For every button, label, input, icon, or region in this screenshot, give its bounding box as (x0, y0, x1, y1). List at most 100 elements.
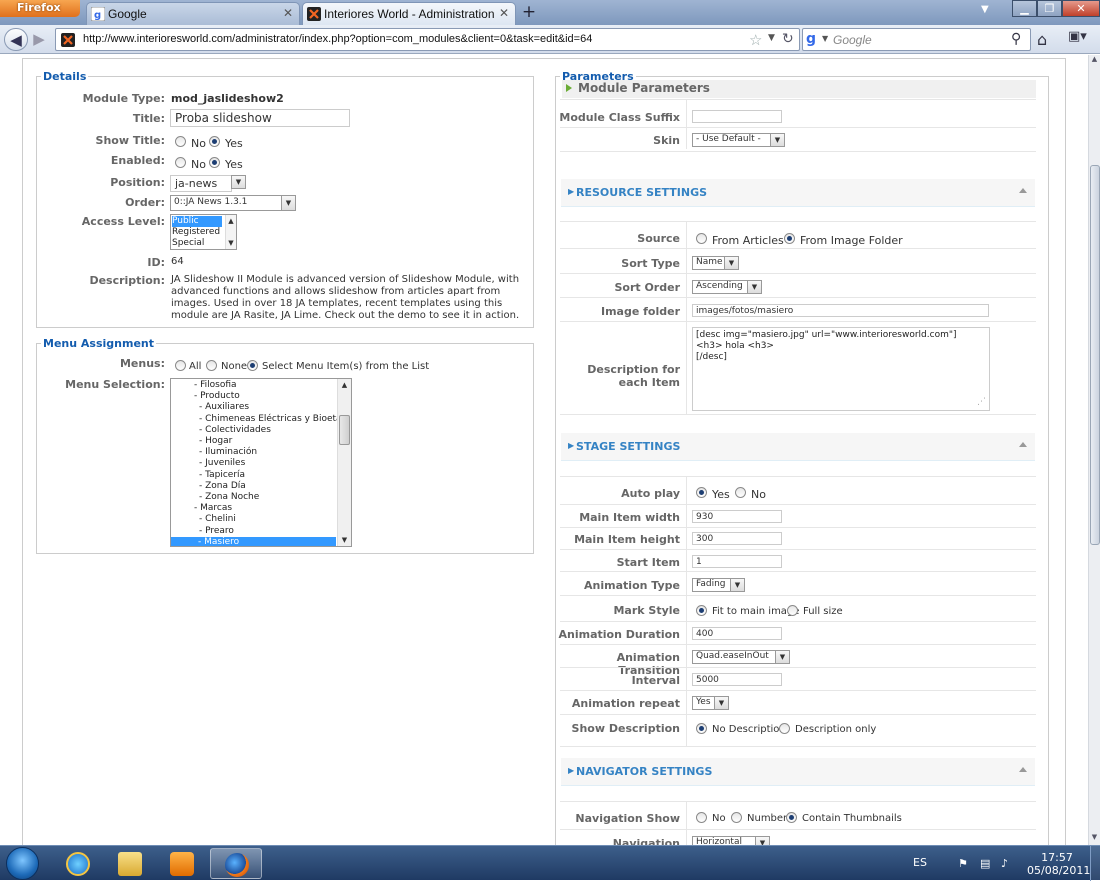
taskbar-internet-explorer[interactable] (52, 848, 104, 879)
action-center-flag-icon[interactable]: ⚑ (958, 857, 972, 870)
main-height-input[interactable]: 300 (692, 532, 782, 545)
resize-handle-icon[interactable]: ⋰ (977, 397, 986, 407)
network-icon[interactable]: ▤ (980, 857, 994, 870)
source-articles-radio[interactable] (696, 233, 707, 244)
title-input[interactable]: Proba slideshow (170, 109, 350, 127)
autoplay-yes-radio[interactable] (696, 487, 707, 498)
collapse-icon[interactable] (1019, 188, 1027, 193)
access-option-special[interactable]: Special (172, 238, 204, 249)
tab-close-icon[interactable]: ✕ (283, 6, 293, 20)
menus-select-radio[interactable] (247, 360, 258, 371)
access-level-scrollbar[interactable]: ▲ ▼ (225, 215, 236, 249)
tab-google[interactable]: g Google ✕ (86, 2, 300, 25)
taskbar-explorer[interactable] (104, 848, 156, 879)
start-item-input[interactable]: 1 (692, 555, 782, 568)
interval-input[interactable]: 5000 (692, 673, 782, 686)
taskbar-firefox[interactable] (210, 848, 262, 879)
google-search-engine-icon[interactable]: g (806, 31, 816, 47)
language-indicator[interactable]: ES (913, 856, 927, 869)
position-dropdown[interactable]: ▼ (231, 175, 246, 189)
nav-align-select[interactable]: Horizontal ▼ (692, 836, 770, 845)
menu-item[interactable]: - Tapicería (172, 470, 245, 481)
anim-duration-input[interactable]: 400 (692, 627, 782, 640)
skin-select[interactable]: - Use Default - ▼ (692, 133, 785, 147)
url-history-dropdown-icon[interactable]: ▼ (768, 33, 775, 43)
access-level-listbox[interactable]: Public Registered Special ▲ ▼ (170, 214, 237, 250)
main-width-input[interactable]: 930 (692, 510, 782, 523)
page-scrollbar[interactable]: ▲ ▼ (1088, 55, 1100, 845)
scroll-down-icon[interactable]: ▼ (338, 534, 351, 546)
nav-show-no-radio[interactable] (696, 812, 707, 823)
sort-type-select[interactable]: Name ▼ (692, 256, 739, 270)
url-bar[interactable]: http://www.interioresworld.com/administr… (55, 28, 800, 51)
start-button[interactable] (2, 846, 44, 881)
position-input[interactable]: ja-news (170, 175, 232, 192)
url-text[interactable]: http://www.interioresworld.com/administr… (83, 33, 592, 45)
scroll-up-icon[interactable]: ▲ (1089, 55, 1100, 67)
class-suffix-input[interactable] (692, 110, 782, 123)
search-engine-dropdown-icon[interactable]: ▼ (822, 34, 828, 43)
minimize-button[interactable]: ▁ (1012, 0, 1037, 17)
sort-order-select[interactable]: Ascending ▼ (692, 280, 762, 294)
nav-show-number-radio[interactable] (731, 812, 742, 823)
source-folder-radio[interactable] (784, 233, 795, 244)
menus-none-radio[interactable] (206, 360, 217, 371)
menu-item[interactable]: - Juveniles (172, 458, 245, 469)
tab-close-icon[interactable]: ✕ (499, 6, 509, 20)
home-icon[interactable]: ⌂ (1037, 30, 1047, 49)
back-button[interactable]: ◀ (4, 28, 28, 51)
menu-item[interactable]: - Prearo (172, 526, 234, 537)
firefox-menu-button[interactable]: Firefox (0, 0, 80, 17)
menu-item[interactable]: - Chimeneas Eléctricas y Bioetanol (172, 414, 351, 425)
menu-item[interactable]: - Colectividades (172, 425, 271, 436)
site-identity-icon[interactable] (61, 33, 75, 47)
search-bar[interactable]: g ▼ Google ⚲ (802, 28, 1031, 51)
anim-repeat-select[interactable]: Yes ▼ (692, 696, 729, 710)
forward-button[interactable]: ▶ (27, 28, 51, 51)
show-desc-none-radio[interactable] (696, 723, 707, 734)
stage-settings-header[interactable]: STAGE SETTINGS (561, 433, 1035, 461)
reload-icon[interactable]: ↻ (782, 31, 794, 47)
menu-item[interactable]: - Iluminación (172, 447, 257, 458)
collapse-icon[interactable] (1019, 767, 1027, 772)
close-window-button[interactable]: ✕ (1062, 0, 1100, 17)
menu-item[interactable]: - Auxiliares (172, 402, 249, 413)
anim-type-select[interactable]: Fading ▼ (692, 578, 745, 592)
collapse-icon[interactable] (1019, 442, 1027, 447)
access-option-registered[interactable]: Registered (172, 227, 220, 238)
module-parameters-pane-title[interactable]: Module Parameters (562, 80, 1036, 98)
show-title-yes-radio[interactable] (209, 136, 220, 147)
image-folder-input[interactable]: images/fotos/masiero (692, 304, 989, 317)
bookmarks-menu-icon[interactable]: ▣▾ (1068, 29, 1094, 49)
menu-item[interactable]: - Marcas (172, 503, 232, 514)
search-input[interactable]: Google (833, 33, 872, 47)
tab-administration[interactable]: Interiores World - Administration ✕ (302, 2, 516, 25)
enabled-yes-radio[interactable] (209, 157, 220, 168)
anim-transition-select[interactable]: Quad.easeInOut ▼ (692, 650, 790, 664)
menu-item[interactable]: - Producto (172, 391, 240, 402)
menu-selection-listbox[interactable]: - Masiero - Prearo - Chelini - Marcas - Zona… (170, 378, 352, 547)
order-select[interactable]: 0::JA News 1.3.1 ▼ (170, 195, 296, 211)
nav-show-thumbs-radio[interactable] (786, 812, 797, 823)
scroll-down-icon[interactable]: ▼ (1089, 833, 1100, 845)
page-scroll-thumb[interactable] (1090, 165, 1100, 545)
show-desc-only-radio[interactable] (779, 723, 790, 734)
access-option-public[interactable]: Public (172, 216, 222, 227)
show-desktop-button[interactable] (1090, 846, 1100, 881)
volume-icon[interactable]: ♪ (1001, 857, 1015, 870)
new-tab-button[interactable]: + (518, 3, 540, 23)
system-clock[interactable]: 17:57 05/08/2011 (1027, 851, 1090, 877)
show-title-no-radio[interactable] (175, 136, 186, 147)
maximize-button[interactable]: ❐ (1037, 0, 1062, 17)
resource-settings-header[interactable]: RESOURCE SETTINGS (561, 179, 1035, 207)
desc-each-textarea[interactable]: [desc img="masiero.jpg" url="www.interio… (692, 327, 990, 411)
taskbar-media-player[interactable] (156, 848, 208, 879)
enabled-no-radio[interactable] (175, 157, 186, 168)
scroll-down-icon[interactable]: ▼ (226, 237, 236, 249)
menu-item[interactable]: - Zona Noche (172, 492, 259, 503)
menu-item[interactable]: - Zona Día (172, 481, 246, 492)
menu-item[interactable]: - Filosofia (172, 380, 237, 391)
scroll-thumb[interactable] (339, 415, 350, 445)
menu-item[interactable]: - Hogar (172, 436, 232, 447)
mark-full-radio[interactable] (787, 605, 798, 616)
